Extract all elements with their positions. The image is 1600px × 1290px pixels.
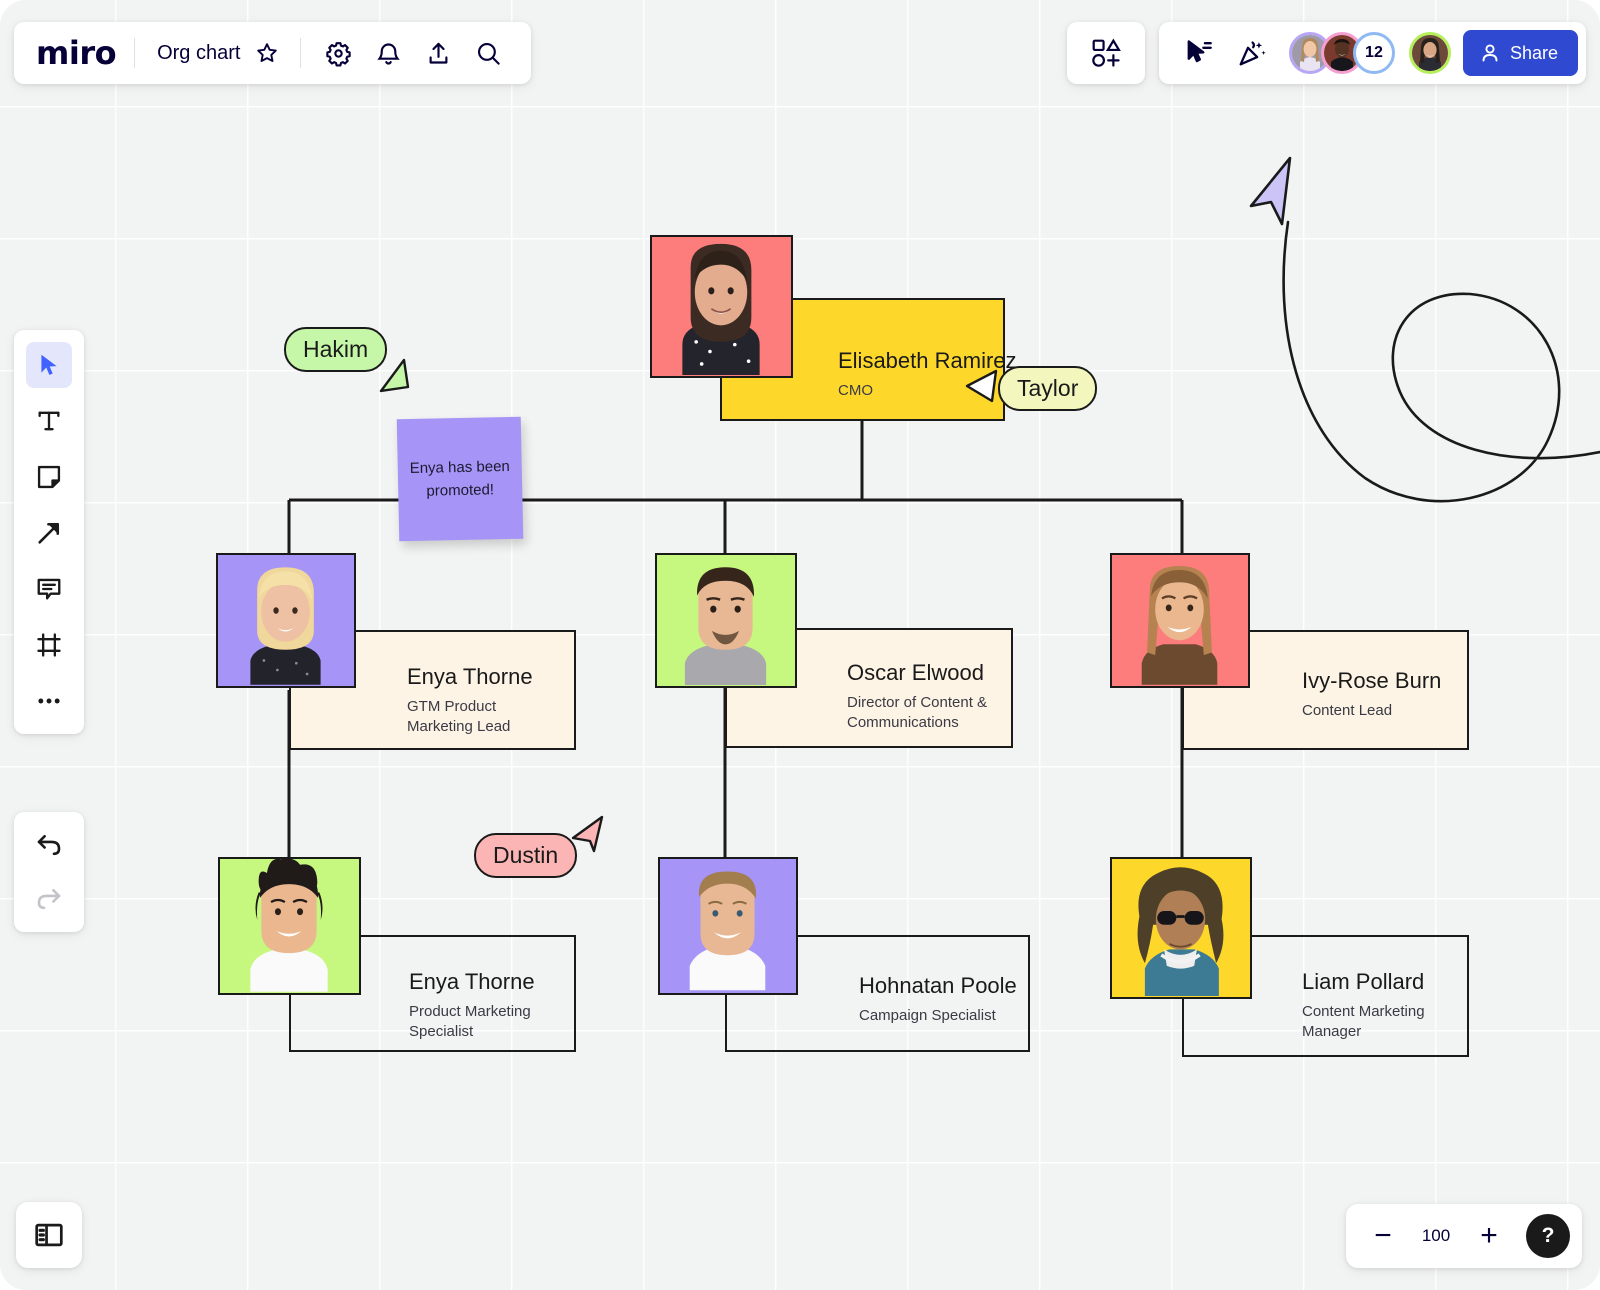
share-label: Share	[1509, 42, 1558, 63]
node-role: Content Lead	[1302, 702, 1393, 720]
sticky-note-text: Enya has been promoted!	[409, 457, 510, 500]
sticky-note[interactable]: Enya has been promoted!	[396, 416, 524, 542]
cursor-label-dustin: Dustin	[474, 833, 578, 878]
miro-logo[interactable]: miro	[36, 34, 134, 72]
collaborator-avatars: 12	[1288, 32, 1451, 74]
node-role: Campaign Specialist	[859, 1007, 996, 1025]
node-photo[interactable]	[650, 235, 793, 378]
cursor-label-hakim: Hakim	[284, 327, 388, 372]
divider	[300, 38, 302, 68]
shapes-panel-button[interactable]	[1066, 22, 1145, 84]
toolbar-right-group: 12 Share	[1066, 22, 1586, 84]
node-role: GTM Product Marketing Lead	[407, 698, 511, 736]
party-popper-icon[interactable]	[1227, 28, 1277, 78]
text-tool[interactable]	[26, 398, 72, 444]
node-role: Product Marketing Specialist	[409, 1003, 531, 1041]
creation-toolbar	[14, 330, 84, 734]
sticky-note-tool[interactable]	[26, 454, 72, 500]
node-photo[interactable]	[1110, 553, 1250, 688]
star-icon[interactable]	[250, 36, 284, 70]
undo-icon[interactable]	[26, 822, 72, 868]
node-name: Ivy-Rose Burn	[1302, 668, 1442, 693]
search-icon[interactable]	[463, 28, 513, 78]
zoom-in-button[interactable]: +	[1468, 1215, 1510, 1257]
node-name: Enya Thorne	[407, 664, 533, 689]
zoom-level-label[interactable]: 100	[1410, 1226, 1462, 1246]
board-title-group[interactable]: Org chart	[135, 36, 300, 70]
node-role: Director of Content & Communications	[847, 694, 988, 732]
cursor-arrow-purple	[1245, 152, 1297, 230]
node-photo[interactable]	[218, 857, 361, 995]
node-name: Oscar Elwood	[847, 660, 984, 685]
undo-redo-bar	[14, 812, 84, 932]
miro-app-window: Elisabeth Ramirez CMO Enya Thorne GTM Pr…	[0, 0, 1600, 1290]
gear-icon[interactable]	[313, 28, 363, 78]
presentation-cursor-icon[interactable]	[1173, 28, 1223, 78]
frame-tool[interactable]	[26, 622, 72, 668]
more-dots-icon[interactable]	[26, 678, 72, 724]
node-name: Enya Thorne	[409, 969, 535, 994]
collaboration-bar: 12 Share	[1158, 22, 1586, 84]
org-chart: Elisabeth Ramirez CMO Enya Thorne GTM Pr…	[0, 0, 1600, 1290]
comment-tool[interactable]	[26, 566, 72, 612]
board-title[interactable]: Org chart	[157, 42, 240, 65]
avatar-self[interactable]	[1408, 32, 1451, 74]
node-name: Hohnatan Poole	[859, 973, 1017, 998]
panel-toggle-button[interactable]	[16, 1202, 82, 1268]
help-button[interactable]: ?	[1526, 1214, 1570, 1258]
node-photo[interactable]	[216, 553, 356, 688]
upload-icon[interactable]	[413, 28, 463, 78]
select-tool[interactable]	[26, 342, 72, 388]
cursor-arrow-taylor	[962, 368, 1004, 404]
node-name: Liam Pollard	[1302, 969, 1425, 994]
node-photo[interactable]	[1110, 857, 1252, 999]
share-button[interactable]: Share	[1462, 30, 1578, 76]
node-photo[interactable]	[658, 857, 798, 995]
node-photo[interactable]	[655, 553, 797, 688]
redo-icon	[26, 876, 72, 922]
zoom-controls: − 100 + ?	[1346, 1204, 1582, 1268]
zoom-out-button[interactable]: −	[1362, 1215, 1404, 1257]
arrow-tool[interactable]	[26, 510, 72, 556]
cursor-label-taylor: Taylor	[998, 366, 1098, 411]
node-role: Content Marketing Manager	[1302, 1003, 1425, 1041]
board-header-bar: miro Org chart	[14, 22, 532, 84]
bell-icon[interactable]	[363, 28, 413, 78]
collaborator-count-badge[interactable]: 12	[1352, 32, 1395, 74]
